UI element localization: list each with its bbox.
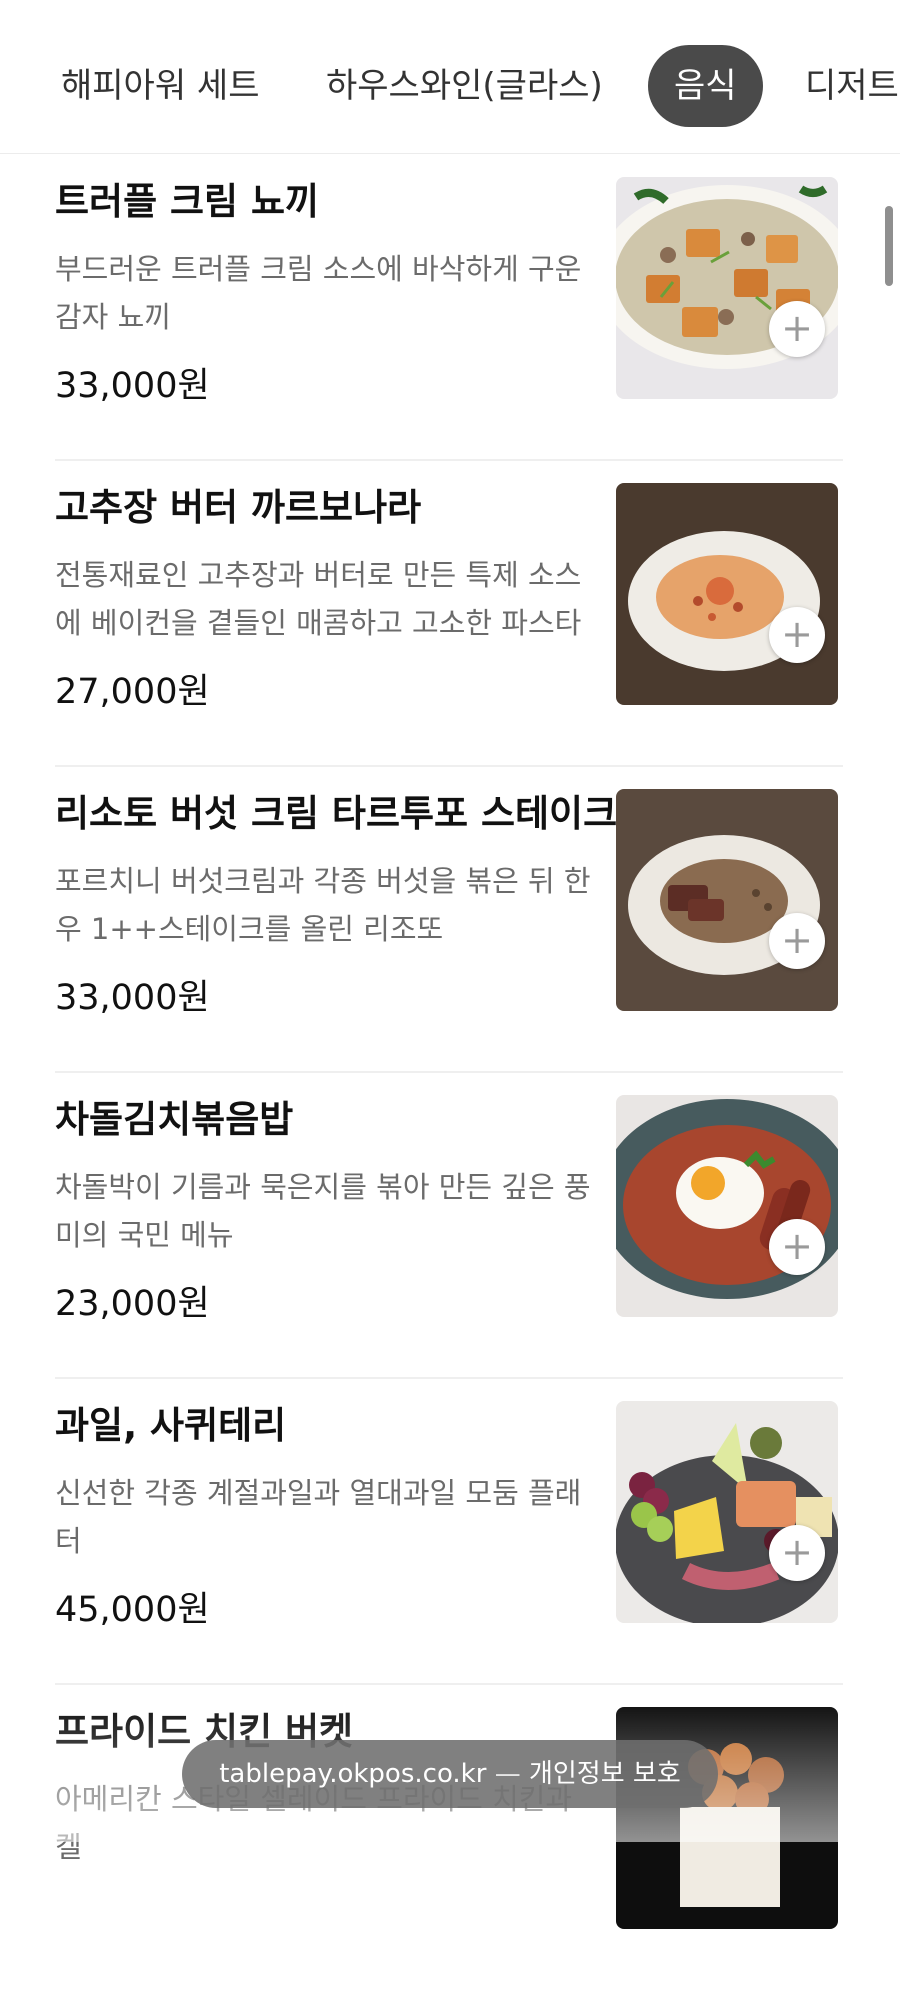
menu-item[interactable]: 차돌김치볶음밥 차돌박이 기름과 묵은지를 볶아 만든 깊은 풍미의 국민 메뉴… [55,1071,843,1379]
tab-house-wine-glass[interactable]: 하우스와인(글라스) [326,46,603,126]
menu-item-price: 27,000원 [55,672,210,712]
menu-item-name: 과일, 사퀴테리 [55,1404,287,1447]
menu-item-photo[interactable] [616,1095,838,1317]
browser-url-bar[interactable]: tablepay.okpos.co.kr — 개인정보 보호 [182,1740,718,1808]
menu-item[interactable]: 트러플 크림 뇨끼 부드러운 트러플 크림 소스에 바삭하게 구운 감자 뇨끼 … [55,153,843,461]
menu-item[interactable]: 프라이드 치킨 버켓 아메리칸 스타일 셀레이드 프라이드 치킨과 켈 [55,1683,843,1989]
menu-item-price: 33,000원 [55,366,210,406]
menu-item-name: 차돌김치볶음밥 [55,1098,294,1141]
menu-item-description: 부드러운 트러플 크림 소스에 바삭하게 구운 감자 뇨끼 [55,252,582,334]
fruit-platter-photo [616,1401,838,1623]
tab-happy-hour-set[interactable]: 해피아워 세트 [61,46,260,126]
menu-item-price: 23,000원 [55,1284,210,1324]
scrollbar-thumb[interactable] [885,206,893,286]
menu-item-description: 전통재료인 고추장과 버터로 만든 특제 소스에 베이컨을 곁들인 매콤하고 고… [55,558,582,640]
menu-item-description: 차돌박이 기름과 묵은지를 볶아 만든 깊은 풍미의 국민 메뉴 [55,1170,591,1252]
url-domain: tablepay.okpos.co.kr [219,1759,487,1789]
add-to-cart-button[interactable]: + [769,913,825,969]
gnocchi-photo [616,177,838,399]
menu-item[interactable]: 과일, 사퀴테리 신선한 각종 계절과일과 열대과일 모둠 플래터 45,000… [55,1377,843,1685]
menu-item-photo[interactable] [616,789,838,1011]
carbonara-photo [616,483,838,705]
menu-item-photo[interactable] [616,1401,838,1623]
kimchi-fried-rice-photo [616,1095,838,1317]
menu-item-price: 45,000원 [55,1590,210,1630]
menu-item-photo[interactable] [616,483,838,705]
menu-item[interactable]: 리소토 버섯 크림 타르투포 스테이크 포르치니 버섯크림과 각종 버섯을 볶은… [55,765,843,1073]
category-tab-bar: 해피아워 세트 하우스와인(글라스) 음식 디저트 [0,0,900,154]
menu-item[interactable]: 고추장 버터 까르보나라 전통재료인 고추장과 버터로 만든 특제 소스에 베이… [55,459,843,767]
menu-item-name: 트러플 크림 뇨끼 [55,180,320,223]
menu-item-photo[interactable] [616,177,838,399]
menu-item-price: 33,000원 [55,978,210,1018]
menu-item-name: 고추장 버터 까르보나라 [55,486,422,529]
menu-item-name: 리소토 버섯 크림 타르투포 스테이크 [55,792,618,835]
add-to-cart-button[interactable]: + [769,607,825,663]
risotto-photo [616,789,838,1011]
add-to-cart-button[interactable]: + [769,301,825,357]
menu-item-description: 포르치니 버섯크림과 각종 버섯을 볶은 뒤 한우 1++스테이크를 올린 리조… [55,864,591,946]
menu-item-description: 신선한 각종 계절과일과 열대과일 모둠 플래터 [55,1476,582,1558]
add-to-cart-button[interactable]: + [769,1219,825,1275]
tab-dessert[interactable]: 디저트 [805,46,899,126]
add-to-cart-button[interactable]: + [769,1525,825,1581]
url-privacy-label: 개인정보 보호 [528,1759,681,1789]
tab-food[interactable]: 음식 [648,45,763,127]
url-separator: — [494,1759,521,1789]
